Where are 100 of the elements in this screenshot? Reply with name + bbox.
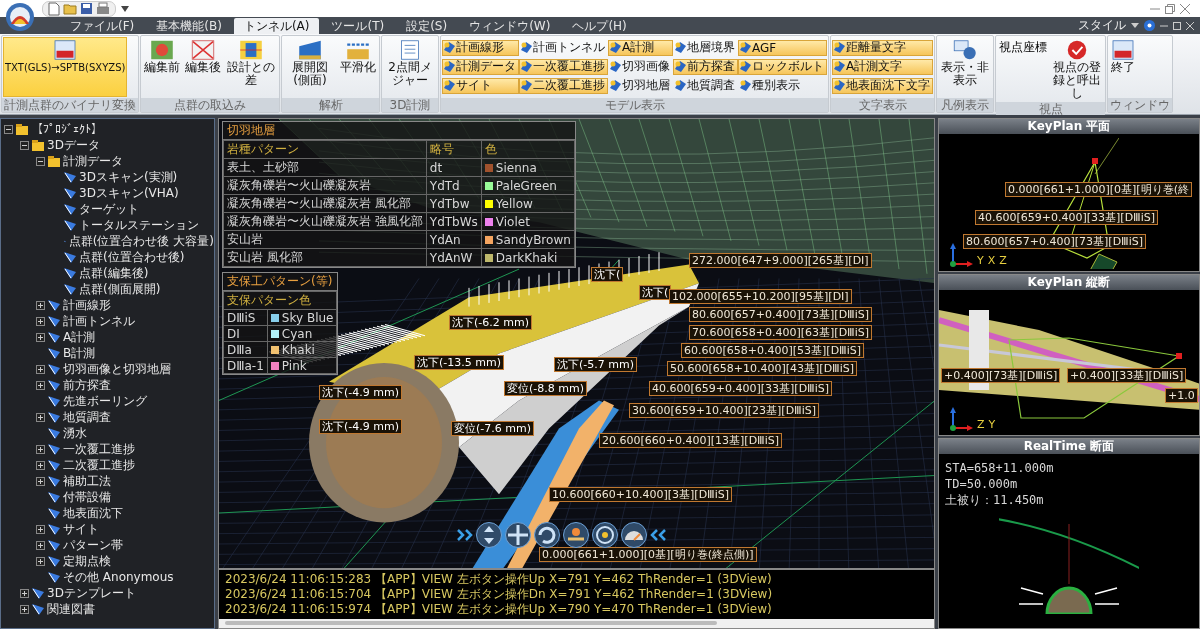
toggle-button[interactable]: 種別表示 [738, 77, 827, 94]
expand-toggle[interactable] [36, 156, 45, 166]
tree-item[interactable]: 点群(編集後) [79, 264, 149, 282]
ribbon-button[interactable]: TXT(GLS)→SPTB(SXYZS) [3, 37, 128, 97]
expand-toggle[interactable] [36, 412, 45, 422]
tree-item[interactable]: A計測 [63, 328, 96, 346]
tree-item[interactable]: 湧水 [63, 424, 87, 442]
tree-item[interactable]: 前方探査 [63, 376, 111, 394]
toggle-button[interactable]: 計画トンネル [519, 39, 608, 56]
close-icon[interactable] [1180, 3, 1190, 14]
tree-item[interactable]: 3Dスキャン(VHA) [79, 184, 179, 202]
tree-item[interactable]: 点群(位置合わせ後) [79, 248, 185, 266]
expand-toggle[interactable] [36, 556, 45, 566]
tree-item[interactable]: 補助工法 [63, 472, 111, 490]
new-file-icon[interactable] [48, 1, 60, 16]
tree-item[interactable]: 点群(側面展開) [79, 280, 161, 298]
toggle-button[interactable]: 計測データ [442, 58, 519, 75]
tree-item[interactable]: 切羽画像と切羽地層 [63, 360, 171, 378]
dropdown-arrow-icon[interactable] [121, 5, 129, 12]
expand-toggle[interactable] [36, 460, 45, 470]
toggle-button[interactable]: A計測 [608, 39, 673, 56]
zoom-icon[interactable] [476, 522, 502, 548]
tree-item[interactable]: サイト [63, 520, 99, 538]
tree-item[interactable]: 点群(位置合わせ後 大容量) [68, 232, 214, 250]
tree-item[interactable]: ターゲット [79, 200, 139, 218]
toggle-button[interactable]: 計画線形 [442, 39, 519, 56]
toggle-button[interactable]: 一次覆工進捗 [519, 58, 608, 75]
toggle-button[interactable]: 切羽画像 [608, 58, 673, 75]
tree-item[interactable]: その他 Anonymous [63, 568, 174, 586]
tree-item[interactable]: 【ﾌﾟﾛｼﾞｪｸﾄ】 [31, 122, 103, 136]
expand-toggle[interactable] [36, 380, 45, 390]
toggle-button[interactable]: ロックボルト [738, 58, 827, 75]
ribbon-button[interactable]: 2点間メジャー [383, 37, 437, 97]
toggle-button[interactable]: A計測文字 [832, 58, 933, 75]
expand-toggle[interactable] [36, 332, 45, 342]
toggle-button[interactable]: 二次覆工進捗 [519, 77, 608, 94]
expand-toggle[interactable] [36, 316, 45, 326]
expand-toggle[interactable] [20, 604, 29, 614]
toggle-button[interactable]: 地質調査 [673, 77, 738, 94]
menu-tab[interactable]: 基本機能(B) [146, 18, 232, 34]
expand-toggle[interactable] [36, 364, 45, 374]
ribbon-button[interactable]: 展開図(側面) [283, 37, 337, 97]
expand-toggle[interactable] [36, 476, 45, 486]
tree-item[interactable]: 付帯設備 [63, 488, 111, 506]
double-chevron-icon[interactable] [457, 529, 473, 541]
minimize-icon[interactable] [1160, 24, 1168, 27]
expand-toggle[interactable] [36, 300, 45, 310]
tree-item[interactable]: 3Dデータ [47, 136, 100, 154]
restore-icon[interactable] [1173, 21, 1181, 30]
menu-tab[interactable]: ツール(T) [321, 18, 395, 34]
save-icon[interactable] [80, 2, 93, 15]
half-circle-icon[interactable] [621, 522, 647, 548]
toggle-button[interactable]: 距離量文字 [832, 39, 933, 56]
tree-item[interactable]: 定期点検 [63, 552, 111, 570]
folder-icon[interactable] [63, 2, 77, 15]
tree-item[interactable]: 3Dテンプレート [47, 584, 136, 602]
ribbon-button[interactable]: 平滑化 [338, 37, 378, 97]
expand-toggle[interactable] [36, 524, 45, 534]
tree-item[interactable]: 先進ボーリング [63, 392, 147, 410]
toggle-button[interactable]: サイト [442, 77, 519, 94]
tree-item[interactable]: B計測 [63, 344, 96, 362]
ribbon-button[interactable]: 編集後 [183, 37, 223, 97]
tree-item[interactable]: パターン帯 [63, 536, 123, 554]
app-logo-icon[interactable] [5, 2, 35, 32]
toggle-button[interactable]: 前方探査 [673, 58, 738, 75]
toggle-button[interactable]: 切羽地層 [608, 77, 673, 94]
expand-toggle[interactable] [36, 540, 45, 550]
restore-icon[interactable] [1165, 3, 1175, 14]
menu-tab[interactable]: ヘルプ(H) [562, 18, 637, 34]
tree-item[interactable]: 計画トンネル [63, 312, 135, 330]
target-icon[interactable] [592, 522, 618, 548]
menu-tab[interactable]: トンネル(A) [233, 18, 320, 34]
tree-item[interactable]: 一次覆工進捗 [63, 440, 135, 458]
menu-tab[interactable]: 設定(S) [396, 18, 458, 34]
toggle-button[interactable]: AGF [738, 39, 827, 56]
tree-item[interactable]: 二次覆工進捗 [63, 456, 135, 474]
toggle-button[interactable]: 地表面沈下文字 [832, 77, 933, 94]
help-icon[interactable] [1144, 20, 1155, 31]
ribbon-button[interactable]: 終了 [1109, 37, 1137, 97]
rotate-icon[interactable] [534, 522, 560, 548]
ribbon-button[interactable]: 編集前 [142, 37, 182, 97]
ribbon-button[interactable]: 設計との差 [224, 37, 278, 97]
close-icon[interactable] [1186, 21, 1194, 30]
tree-item[interactable]: 地質調査 [63, 408, 111, 426]
style-menu[interactable]: スタイル [1078, 17, 1126, 34]
tree-item[interactable]: 計測データ [63, 152, 123, 170]
double-chevron-icon[interactable] [650, 529, 666, 541]
ribbon-button[interactable]: 視点の登録と呼出し [1050, 37, 1104, 101]
pan-icon[interactable] [505, 522, 531, 548]
caret-icon[interactable] [1131, 23, 1139, 28]
tree-item[interactable]: 地表面沈下 [63, 504, 123, 522]
menu-tab[interactable]: ファイル(F) [60, 18, 145, 34]
ribbon-button[interactable]: 表示・非表示 [938, 37, 992, 97]
tree-item[interactable]: 計画線形 [63, 296, 111, 314]
tree-item[interactable]: トータルステーション [79, 216, 199, 234]
expand-toggle[interactable] [20, 588, 29, 598]
expand-toggle[interactable] [20, 140, 29, 150]
print-icon[interactable] [96, 2, 110, 15]
tree-item[interactable]: 関連図書 [47, 600, 95, 618]
toggle-button[interactable]: 地層境界 [673, 39, 738, 56]
